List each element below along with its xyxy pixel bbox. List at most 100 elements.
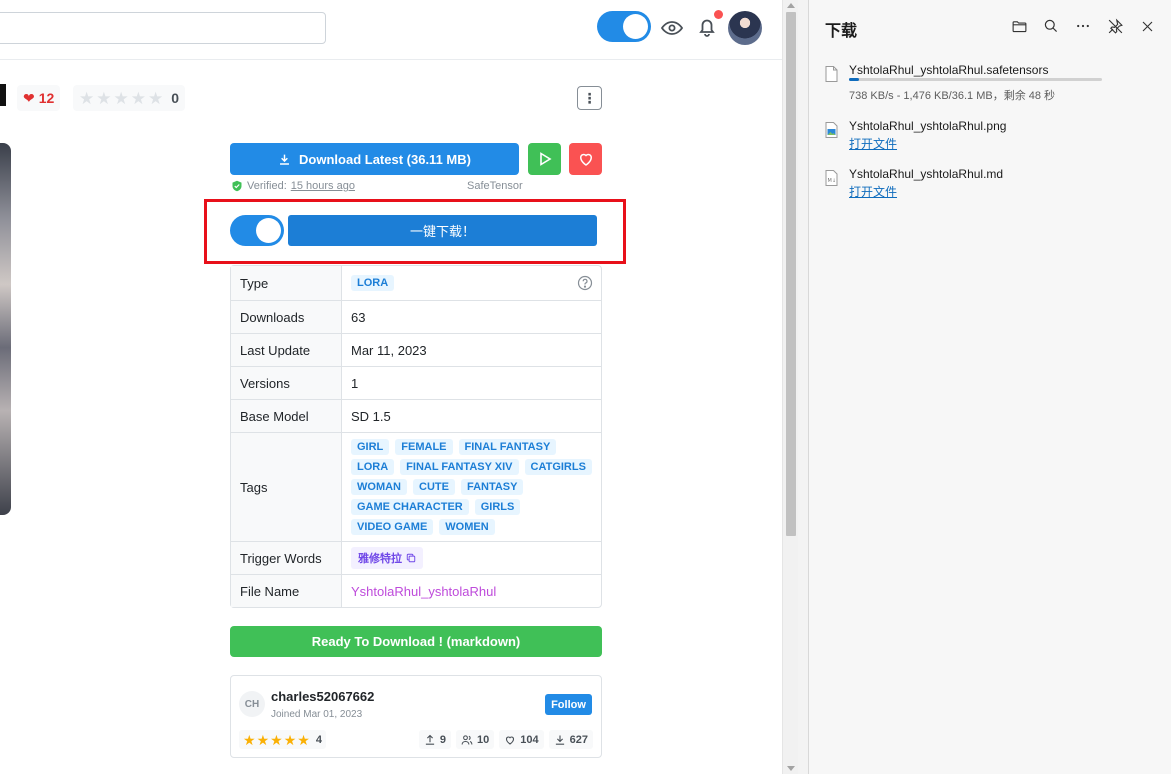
tag-badge[interactable]: FANTASY: [460, 479, 524, 495]
svg-text:M↓: M↓: [828, 178, 837, 184]
vertical-dots-icon: ⋮: [582, 89, 597, 106]
details-key: Type: [231, 266, 342, 300]
tag-badge[interactable]: LORA: [351, 459, 395, 475]
tag-badge[interactable]: FINAL FANTASY XIV: [400, 459, 519, 475]
search-icon[interactable]: [1041, 16, 1061, 36]
star-icon: ★: [96, 88, 112, 108]
onekey-download-button[interactable]: 一键下载！: [288, 215, 597, 246]
details-value: 1: [342, 366, 601, 399]
tags-list: GIRL FEMALE FINAL FANTASY LORA FINAL FANTASY…: [351, 433, 593, 541]
details-key: Downloads: [231, 300, 342, 333]
details-key: Trigger Words: [231, 541, 342, 574]
favorite-button[interactable]: [569, 143, 602, 175]
download-latest-label: Download Latest (36.11 MB): [299, 151, 471, 167]
rating-count: 0: [171, 90, 180, 106]
uploads-count: 9: [439, 733, 447, 746]
follow-button[interactable]: Follow: [545, 694, 592, 715]
panel-divider: [798, 0, 808, 774]
details-row-type: Type LORA: [231, 266, 601, 300]
downloads-stat: 627: [548, 730, 593, 749]
close-icon[interactable]: [1137, 16, 1157, 36]
tag-badge[interactable]: WOMAN: [351, 479, 407, 495]
tag-badge[interactable]: GIRLS: [474, 499, 521, 515]
verified-label: Verified:: [247, 180, 287, 192]
model-title-fragment: [0, 84, 6, 106]
like-count-badge[interactable]: ❤ 12: [17, 85, 61, 111]
tag-badge[interactable]: CUTE: [413, 479, 455, 495]
details-row-downloads: Downloads 63: [231, 300, 601, 333]
heart-outline-icon: [506, 735, 515, 745]
file-name-value[interactable]: YshtolaRhul_yshtolaRhul: [342, 574, 601, 607]
scroll-down-arrow-icon[interactable]: [787, 766, 795, 771]
verified-note: Verified: 15 hours ago: [231, 180, 355, 192]
download-status: 738 KB/s - 1,476 KB/36.1 MB，剩余 48 秒: [849, 90, 1056, 102]
star-icon: ★: [79, 88, 95, 108]
browsing-mode-toggle[interactable]: [597, 11, 651, 42]
help-icon[interactable]: [577, 275, 593, 291]
tag-badge[interactable]: GAME CHARACTER: [351, 499, 469, 515]
download-item[interactable]: YshtolaRhul_yshtolaRhul.png 打开文件: [825, 119, 1155, 153]
tag-badge[interactable]: GIRL: [351, 439, 390, 455]
shield-check-icon: [232, 180, 242, 192]
unpin-icon[interactable]: [1105, 16, 1125, 36]
details-value: SD 1.5: [342, 399, 601, 432]
open-file-link[interactable]: 打开文件: [849, 135, 897, 152]
download-file-name: YshtolaRhul_yshtolaRhul.safetensors: [849, 63, 1049, 77]
tag-badge[interactable]: WOMEN: [439, 519, 495, 535]
star-icon: ★: [256, 731, 270, 748]
markdown-file-icon: M↓: [825, 170, 838, 186]
details-row-last-update: Last Update Mar 11, 2023: [231, 333, 601, 366]
downloads-toolbar: [1009, 16, 1157, 36]
run-model-button[interactable]: [528, 143, 561, 175]
search-input[interactable]: [0, 12, 326, 44]
more-options-icon[interactable]: [1073, 16, 1093, 36]
scroll-up-arrow-icon[interactable]: [787, 3, 795, 8]
download-item[interactable]: M↓ YshtolaRhul_yshtolaRhul.md 打开文件: [825, 167, 1155, 201]
verified-time-link[interactable]: 15 hours ago: [291, 180, 355, 192]
creator-rating-count: 4: [315, 733, 322, 746]
like-count: 12: [38, 90, 55, 106]
page-scrollbar[interactable]: [782, 0, 798, 774]
eye-icon[interactable]: [660, 16, 684, 40]
download-icon: [280, 154, 289, 165]
creator-avatar[interactable]: CH: [239, 691, 265, 717]
model-page: ❤ 12 ★ ★ ★ ★ ★ 0 ⋮ Download Latest (36.1…: [0, 0, 782, 774]
followers-stat: 10: [456, 730, 495, 749]
download-file-name: YshtolaRhul_yshtolaRhul.png: [849, 119, 1007, 133]
tag-badge[interactable]: FEMALE: [395, 439, 453, 455]
rating-badge[interactable]: ★ ★ ★ ★ ★ 0: [73, 85, 186, 111]
downloads-panel: 下载 YshtolaRhul_yshtolaRhul.safetensors 7…: [808, 0, 1171, 774]
type-badge[interactable]: LORA: [351, 275, 395, 291]
user-avatar[interactable]: [728, 11, 762, 45]
copy-icon[interactable]: [406, 553, 416, 563]
star-icon: ★: [130, 88, 146, 108]
star-icon: ★: [243, 731, 256, 748]
bell-icon[interactable]: [695, 15, 719, 39]
more-options-button[interactable]: ⋮: [577, 86, 602, 110]
details-key: Versions: [231, 366, 342, 399]
details-key: Base Model: [231, 399, 342, 432]
open-folder-icon[interactable]: [1009, 16, 1029, 36]
users-icon: [461, 734, 473, 745]
creator-name[interactable]: charles52067662: [271, 689, 374, 704]
model-preview-image[interactable]: [0, 143, 11, 515]
download-latest-button[interactable]: Download Latest (36.11 MB): [230, 143, 519, 175]
tag-badge[interactable]: FINAL FANTASY: [458, 439, 557, 455]
open-file-link[interactable]: 打开文件: [849, 183, 897, 200]
download-file-name: YshtolaRhul_yshtolaRhul.md: [849, 167, 1004, 181]
details-key: Tags: [231, 432, 342, 541]
onekey-toggle[interactable]: [230, 215, 284, 246]
tag-badge[interactable]: CATGIRLS: [524, 459, 592, 475]
heart-icon: ❤: [23, 89, 35, 106]
tag-badge[interactable]: VIDEO GAME: [351, 519, 434, 535]
trigger-word-text: 雅修特拉: [358, 553, 402, 565]
download-icon: [555, 735, 564, 745]
details-row-file-name: File Name YshtolaRhul_yshtolaRhul: [231, 574, 601, 607]
download-item[interactable]: YshtolaRhul_yshtolaRhul.safetensors 738 …: [825, 63, 1155, 103]
ready-to-download-button[interactable]: Ready To Download ! (markdown): [230, 626, 602, 657]
scrollbar-thumb[interactable]: [786, 12, 796, 536]
trigger-word-badge[interactable]: 雅修特拉: [351, 547, 423, 569]
details-value: Mar 11, 2023: [342, 333, 601, 366]
favorites-count: 104: [520, 733, 539, 746]
downloads-count: 627: [569, 733, 588, 746]
